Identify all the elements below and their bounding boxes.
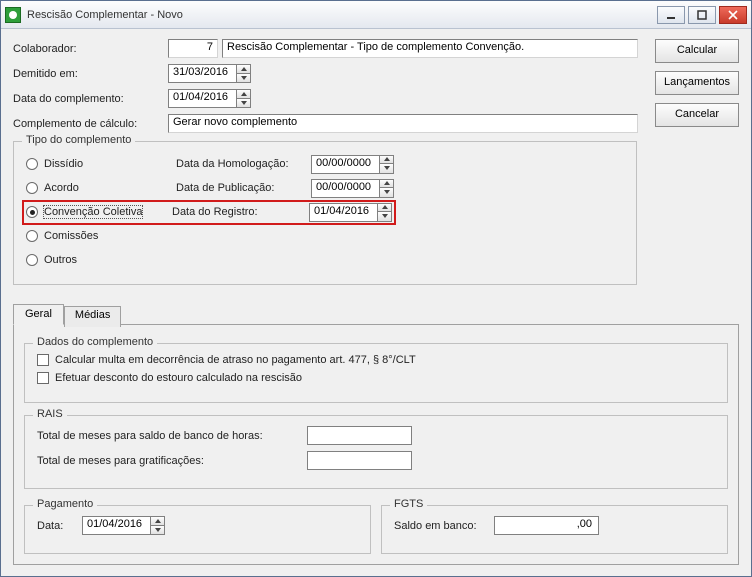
radio-acordo[interactable] xyxy=(26,182,38,194)
radio-convencao[interactable] xyxy=(26,206,38,218)
spin-up-icon[interactable] xyxy=(377,203,392,213)
calcular-button[interactable]: Calcular xyxy=(655,39,739,63)
fgts-group: FGTS Saldo em banco: ,00 xyxy=(381,505,728,554)
checkbox-desconto-label: Efetuar desconto do estouro calculado na… xyxy=(55,372,302,384)
pagamento-group: Pagamento Data: 01/04/2016 xyxy=(24,505,371,554)
radio-comissoes-label: Comissões xyxy=(44,230,98,242)
pagamento-data-field[interactable]: 01/04/2016 xyxy=(82,516,165,535)
window-title: Rescisão Complementar - Novo xyxy=(27,9,183,21)
minimize-button[interactable] xyxy=(657,6,685,24)
complemento-calc-value[interactable]: Gerar novo complemento xyxy=(168,114,638,133)
close-button[interactable] xyxy=(719,6,747,24)
radio-dissidio-label: Dissídio xyxy=(44,158,83,170)
data-homologacao-label: Data da Homologação: xyxy=(176,158,311,170)
rais-banco-label: Total de meses para saldo de banco de ho… xyxy=(37,430,307,442)
tipo-complemento-legend: Tipo do complemento xyxy=(22,134,135,146)
rais-grat-input[interactable] xyxy=(307,451,412,470)
radio-comissoes[interactable] xyxy=(26,230,38,242)
checkbox-multa-label: Calcular multa em decorrência de atraso … xyxy=(55,354,416,366)
demitido-em-label: Demitido em: xyxy=(13,68,168,80)
data-homologacao-field[interactable]: 00/00/0000 xyxy=(311,155,394,174)
maximize-button[interactable] xyxy=(688,6,716,24)
spin-down-icon[interactable] xyxy=(150,526,165,536)
pagamento-legend: Pagamento xyxy=(33,498,97,510)
fgts-saldo-label: Saldo em banco: xyxy=(394,520,494,532)
demitido-em-field[interactable]: 31/03/2016 xyxy=(168,64,251,83)
complemento-calc-label: Complemento de cálculo: xyxy=(13,118,168,130)
cancelar-button[interactable]: Cancelar xyxy=(655,103,739,127)
rais-grat-label: Total de meses para gratificações: xyxy=(37,455,307,467)
spin-down-icon[interactable] xyxy=(236,74,251,84)
spin-down-icon[interactable] xyxy=(236,99,251,109)
radio-outros[interactable] xyxy=(26,254,38,266)
spin-down-icon[interactable] xyxy=(379,188,394,198)
data-registro-label: Data do Registro: xyxy=(172,206,309,218)
spin-down-icon[interactable] xyxy=(377,212,392,222)
pagamento-data-label: Data: xyxy=(37,520,82,532)
spin-down-icon[interactable] xyxy=(379,164,394,174)
radio-convencao-label: Convenção Coletiva xyxy=(44,206,142,218)
spin-up-icon[interactable] xyxy=(379,179,394,189)
dados-complemento-group: Dados do complemento Calcular multa em d… xyxy=(24,343,728,403)
dados-complemento-legend: Dados do complemento xyxy=(33,336,157,348)
spin-up-icon[interactable] xyxy=(236,89,251,99)
data-registro-field[interactable]: 01/04/2016 xyxy=(309,203,392,222)
fgts-saldo-input[interactable]: ,00 xyxy=(494,516,599,535)
tipo-complemento-group: Tipo do complemento Dissídio Data da Hom… xyxy=(13,141,637,285)
rais-banco-input[interactable] xyxy=(307,426,412,445)
radio-dissidio[interactable] xyxy=(26,158,38,170)
checkbox-desconto[interactable] xyxy=(37,372,49,384)
spin-up-icon[interactable] xyxy=(150,516,165,526)
data-complemento-field[interactable]: 01/04/2016 xyxy=(168,89,251,108)
colaborador-id: 7 xyxy=(168,39,218,58)
fgts-legend: FGTS xyxy=(390,498,427,510)
lancamentos-button[interactable]: Lançamentos xyxy=(655,71,739,95)
data-complemento-label: Data do complemento: xyxy=(13,93,168,105)
rais-legend: RAIS xyxy=(33,408,67,420)
app-icon xyxy=(5,7,21,23)
tab-geral[interactable]: Geral xyxy=(13,304,64,325)
rais-group: RAIS Total de meses para saldo de banco … xyxy=(24,415,728,489)
spin-up-icon[interactable] xyxy=(236,64,251,74)
radio-acordo-label: Acordo xyxy=(44,182,79,194)
spin-up-icon[interactable] xyxy=(379,155,394,165)
radio-outros-label: Outros xyxy=(44,254,77,266)
tab-medias[interactable]: Médias xyxy=(64,306,121,327)
colaborador-label: Colaborador: xyxy=(13,43,168,55)
data-publicacao-field[interactable]: 00/00/0000 xyxy=(311,179,394,198)
tab-panel-geral: Dados do complemento Calcular multa em d… xyxy=(13,324,739,565)
colaborador-desc: Rescisão Complementar - Tipo de compleme… xyxy=(222,39,638,58)
checkbox-multa[interactable] xyxy=(37,354,49,366)
data-publicacao-label: Data de Publicação: xyxy=(176,182,311,194)
